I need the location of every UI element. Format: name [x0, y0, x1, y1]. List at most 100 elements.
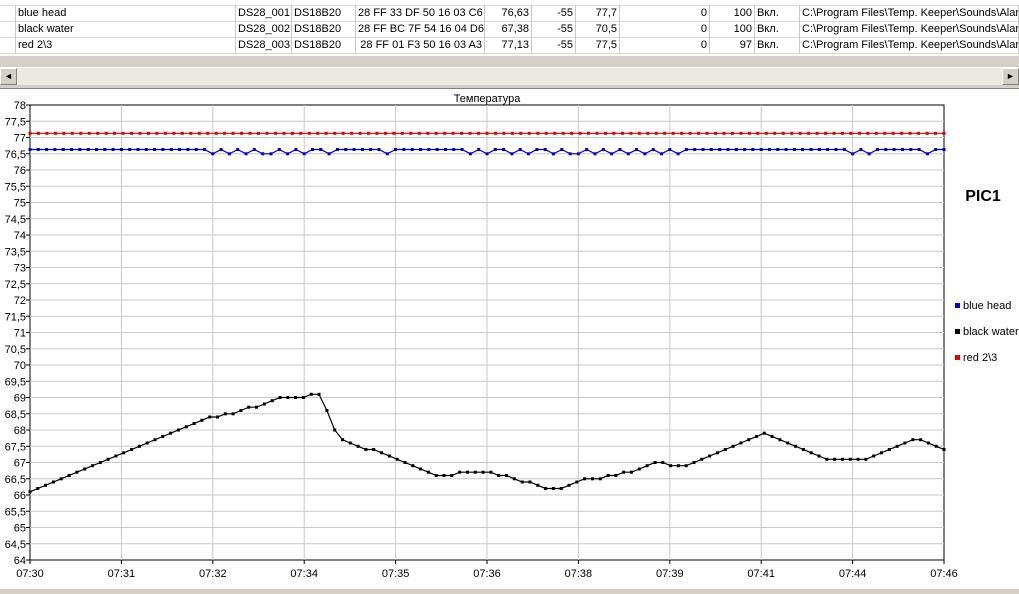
cell-max: 77,5: [576, 37, 620, 53]
data-point: [826, 148, 830, 151]
data-point: [341, 438, 344, 442]
data-point: [460, 148, 464, 151]
data-point: [497, 474, 501, 477]
row-selector[interactable]: [0, 5, 16, 21]
cell-c8: 0: [620, 37, 710, 53]
data-point: [45, 131, 49, 135]
data-point: [70, 131, 74, 135]
data-point: [747, 131, 751, 135]
data-point: [934, 444, 938, 448]
table-row[interactable]: blue head DS28_001 DS18B20 28 FF 33 DF 5…: [0, 5, 1019, 22]
data-point: [395, 457, 399, 461]
row-selector[interactable]: [0, 21, 16, 37]
data-point: [356, 444, 360, 448]
y-tick-label: 76: [14, 165, 26, 177]
data-point: [618, 148, 622, 151]
sensor-table: blue head DS28_001 DS18B20 28 FF 33 DF 5…: [0, 0, 1019, 56]
cell-type: DS18B20: [292, 37, 356, 53]
data-point: [505, 474, 508, 477]
data-point: [543, 148, 547, 151]
data-point: [887, 448, 891, 451]
data-point: [231, 131, 235, 135]
row-selector[interactable]: [0, 37, 16, 53]
data-point: [880, 451, 883, 455]
cell-max: 70,5: [576, 21, 620, 37]
data-point: [817, 454, 821, 458]
x-tick-label: 07:46: [930, 568, 958, 580]
scroll-right-icon[interactable]: ►: [1002, 68, 1019, 85]
data-point: [620, 131, 624, 135]
data-point: [477, 131, 480, 135]
legend-label: black water: [963, 326, 1019, 338]
data-point: [629, 131, 633, 135]
data-point: [262, 402, 266, 406]
x-tick-label: 07:44: [839, 568, 867, 580]
data-point: [700, 457, 704, 461]
y-tick-label: 65: [14, 523, 26, 535]
data-point: [604, 131, 607, 135]
data-point: [311, 148, 314, 151]
cell-type: DS18B20: [292, 5, 356, 21]
data-point: [528, 480, 532, 484]
data-point: [197, 131, 201, 135]
data-point: [380, 451, 383, 455]
data-point: [113, 131, 117, 135]
table-row[interactable]: black water DS28_002 DS18B20 28 FF BC 7F…: [0, 21, 1019, 38]
data-point: [341, 131, 345, 135]
data-point: [840, 131, 844, 135]
data-point: [468, 152, 472, 156]
data-point: [510, 152, 514, 156]
x-tick-label: 07:36: [473, 568, 501, 580]
cell-id: DS28_003: [238, 37, 292, 53]
data-point: [419, 467, 423, 471]
data-point: [610, 152, 614, 156]
data-point: [485, 131, 489, 135]
data-point: [299, 131, 303, 135]
y-tick-label: 69,5: [5, 376, 26, 388]
data-point: [716, 451, 719, 455]
data-point: [493, 148, 497, 151]
data-point: [697, 131, 701, 135]
data-point: [194, 148, 198, 151]
data-point: [403, 461, 407, 464]
data-point: [411, 464, 415, 468]
y-tick-label: 77: [14, 133, 26, 145]
data-point: [138, 131, 142, 135]
data-point: [560, 148, 564, 151]
data-point: [731, 444, 735, 448]
scroll-left-icon[interactable]: ◄: [0, 68, 17, 85]
data-point: [410, 148, 414, 151]
y-tick-label: 69: [14, 393, 26, 405]
data-point: [290, 131, 294, 135]
cell-path: C:\Program Files\Temp. Keeper\Sounds\Ala…: [802, 5, 1019, 21]
data-point: [570, 131, 574, 135]
data-point: [776, 148, 780, 151]
y-tick-label: 70,5: [5, 344, 26, 356]
data-point: [231, 412, 235, 416]
legend-label: blue head: [963, 300, 1011, 312]
cell-c8: 0: [620, 21, 710, 37]
data-point: [614, 474, 618, 477]
table-row[interactable]: red 2\3 DS28_003 DS18B20 28 FF 01 F3 50 …: [0, 37, 1019, 54]
data-point: [216, 415, 219, 419]
cell-rom: 28 FF 33 DF 50 16 03 C6: [356, 5, 485, 21]
data-point: [62, 131, 66, 135]
data-point: [676, 464, 680, 468]
data-point: [394, 148, 398, 151]
x-tick-label: 07:31: [108, 568, 136, 580]
data-point: [278, 396, 282, 399]
data-point: [53, 131, 57, 135]
data-point: [575, 480, 579, 484]
data-point: [96, 131, 100, 135]
data-point: [671, 131, 675, 135]
data-point: [502, 131, 506, 135]
cell-c9: 100: [710, 5, 755, 21]
data-point: [442, 474, 446, 477]
horizontal-scrollbar[interactable]: ◄ ►: [0, 67, 1019, 85]
data-point: [286, 396, 290, 399]
data-point: [302, 152, 306, 156]
data-point: [903, 441, 907, 445]
data-point: [824, 131, 827, 135]
data-point: [668, 148, 672, 151]
data-point: [660, 152, 663, 156]
